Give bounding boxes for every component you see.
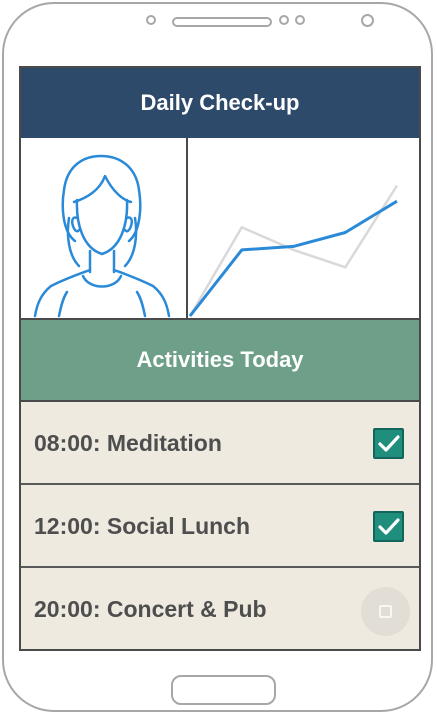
section-title: Activities Today bbox=[136, 347, 304, 372]
activity-label: 08:00: Meditation bbox=[34, 430, 222, 456]
activity-row[interactable]: 20:00: Concert & Pub bbox=[21, 568, 419, 649]
activity-row[interactable]: 08:00: Meditation bbox=[21, 402, 419, 485]
activity-label: 20:00: Concert & Pub bbox=[34, 596, 267, 622]
checkbox-box bbox=[379, 605, 392, 618]
activity-label: 12:00: Social Lunch bbox=[34, 513, 251, 539]
checkbox-checked-icon[interactable] bbox=[373, 428, 404, 459]
home-button[interactable] bbox=[171, 675, 276, 705]
sensor-dot bbox=[279, 15, 289, 25]
trend-chart-panel[interactable] bbox=[188, 138, 419, 318]
series-line-0 bbox=[188, 199, 398, 317]
app-screen: Daily Check-up Activities Today 08:00: M… bbox=[19, 66, 421, 651]
page-title: Daily Check-up bbox=[140, 90, 300, 115]
front-camera bbox=[146, 15, 156, 25]
header-bar: Daily Check-up bbox=[21, 68, 419, 138]
woman-avatar-icon bbox=[33, 154, 171, 318]
sensor-dot bbox=[295, 15, 305, 25]
proximity-sensor bbox=[361, 14, 374, 27]
series-line-1 bbox=[188, 184, 399, 317]
checkbox-checked-icon[interactable] bbox=[373, 511, 404, 542]
activity-list: 08:00: Meditation 12:00: Social Lunch 20… bbox=[21, 402, 419, 649]
profile-panel[interactable] bbox=[21, 138, 188, 318]
checkbox-unchecked-icon[interactable] bbox=[361, 587, 410, 636]
activity-row[interactable]: 12:00: Social Lunch bbox=[21, 485, 419, 568]
section-header: Activities Today bbox=[21, 320, 419, 402]
trend-chart bbox=[188, 184, 399, 317]
speaker-grille bbox=[172, 17, 272, 27]
